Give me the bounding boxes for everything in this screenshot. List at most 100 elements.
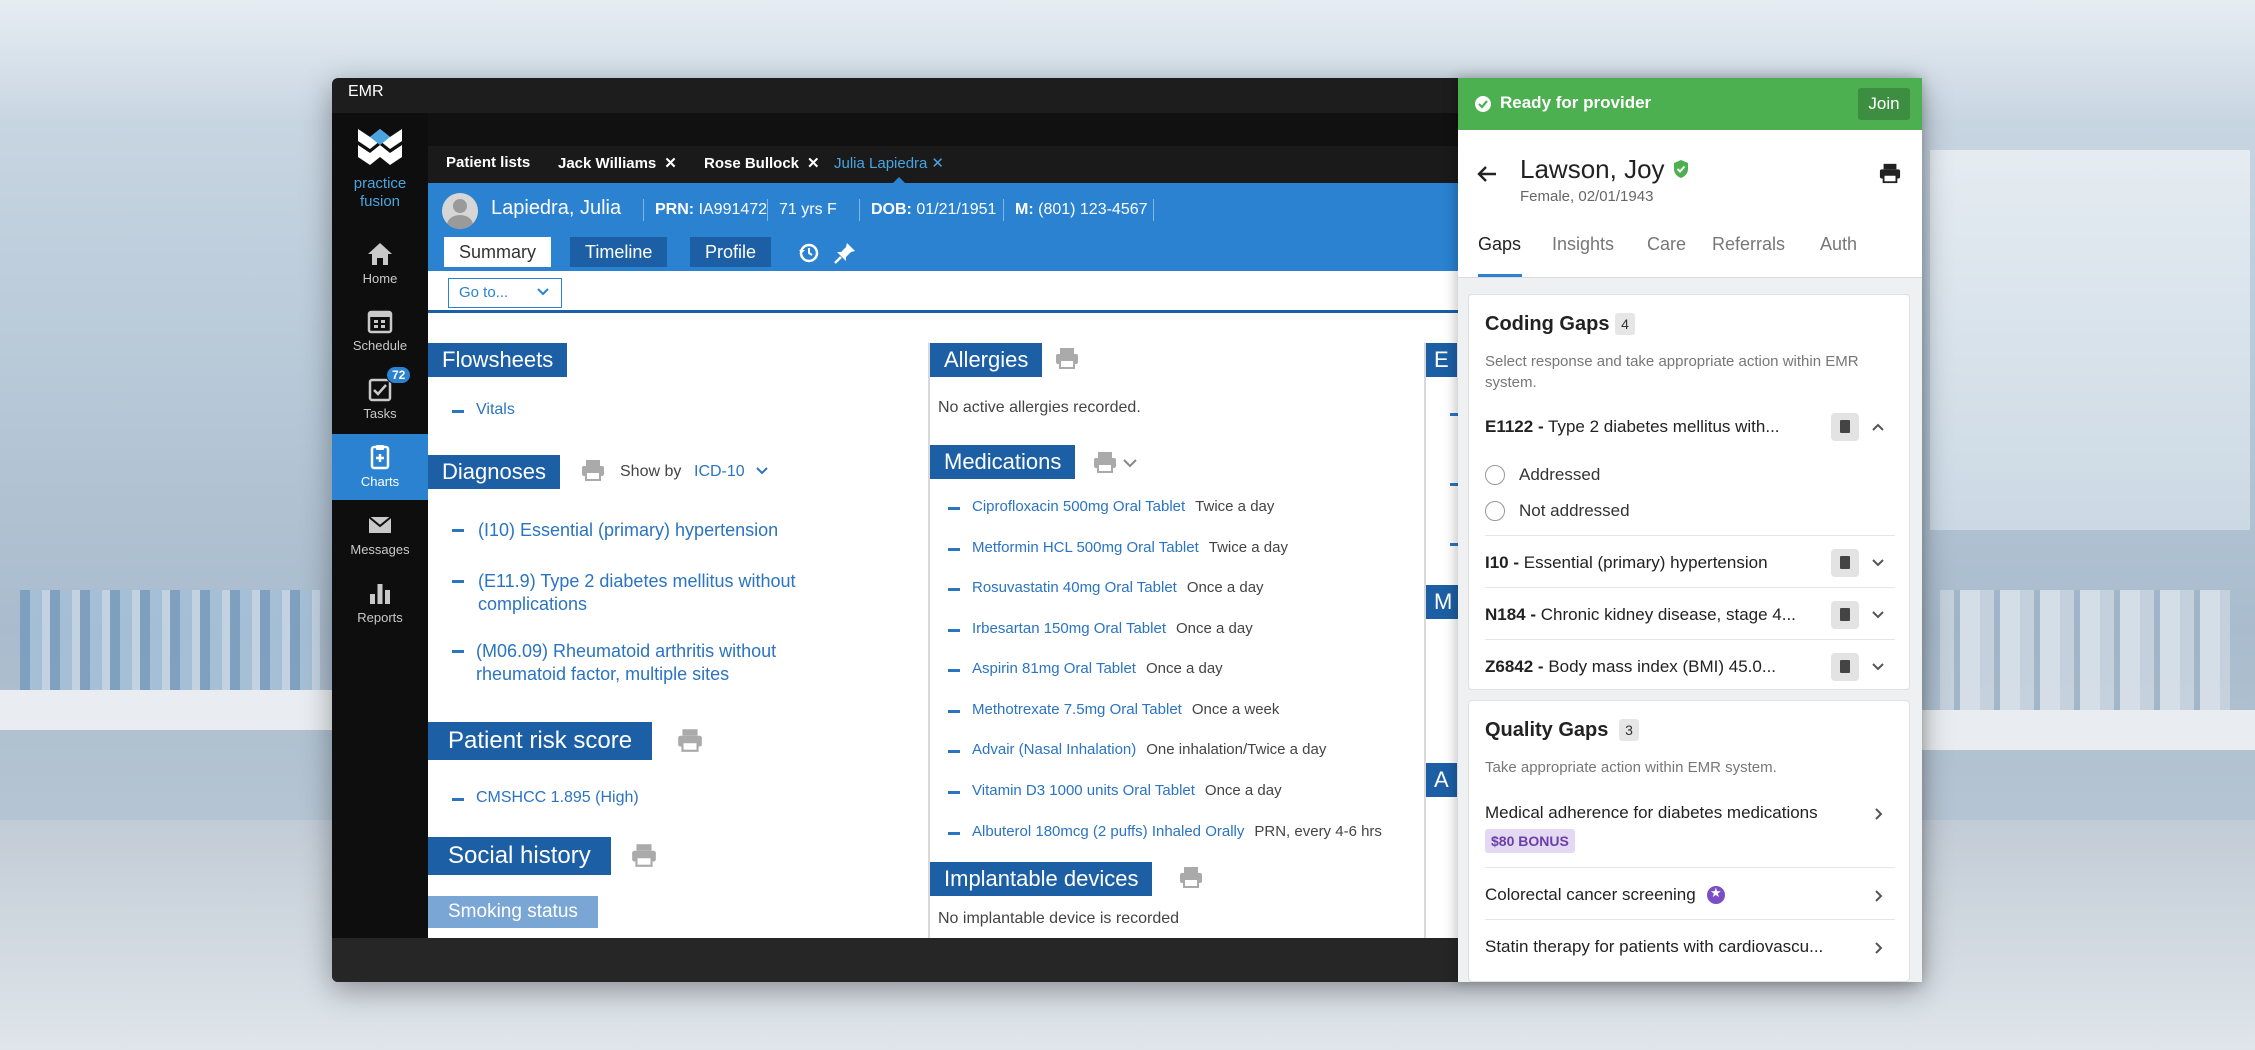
tab-rose-bullock[interactable]: Rose Bullock ✕ xyxy=(704,154,820,172)
medication-item[interactable]: Methotrexate 7.5mg Oral Tablet Once a wee… xyxy=(972,701,1279,718)
diagnosis-item[interactable]: (I10) Essential (primary) hypertension xyxy=(478,519,778,542)
close-icon[interactable]: ✕ xyxy=(931,155,944,172)
back-arrow-icon[interactable] xyxy=(1476,164,1498,184)
list-bullet xyxy=(948,669,960,672)
column-divider xyxy=(928,343,930,938)
dob-value: 01/21/1951 xyxy=(916,201,997,218)
medication-frequency: Twice a day xyxy=(1195,498,1275,515)
printer-icon[interactable] xyxy=(1178,865,1204,889)
medication-item[interactable]: Ciprofloxacin 500mg Oral Tablet Twice a d… xyxy=(972,498,1274,515)
printer-icon[interactable] xyxy=(676,727,704,753)
medication-item[interactable]: Advair (Nasal Inhalation) One inhalation/… xyxy=(972,741,1326,758)
window-title: EMR xyxy=(348,83,384,100)
panel-patient-sub: Female, 02/01/1943 xyxy=(1520,188,1654,205)
printer-icon[interactable] xyxy=(1878,162,1902,184)
printer-icon[interactable] xyxy=(1092,450,1118,474)
goto-label: Go to... xyxy=(459,284,509,301)
nav-charts[interactable]: Charts xyxy=(332,434,428,500)
join-button[interactable]: Join xyxy=(1858,88,1910,120)
tab-timeline[interactable]: Timeline xyxy=(570,237,668,267)
mobile-value: (801) 123-4567 xyxy=(1038,201,1148,218)
printer-icon[interactable] xyxy=(580,458,606,482)
goto-dropdown[interactable]: Go to... xyxy=(448,278,562,308)
quality-gaps-count: 3 xyxy=(1619,719,1639,741)
coding-gap-row[interactable]: N184 - Chronic kidney disease, stage 4..… xyxy=(1485,605,1796,625)
nav-schedule[interactable]: Schedule xyxy=(332,298,428,364)
medication-item[interactable]: Albuterol 180mcg (2 puffs) Inhaled Orall… xyxy=(972,823,1382,840)
nav-messages[interactable]: Messages xyxy=(332,502,428,568)
row-divider xyxy=(1485,639,1895,640)
document-button[interactable] xyxy=(1831,653,1859,681)
medication-name: Metformin HCL 500mg Oral Tablet xyxy=(972,539,1199,556)
radio-addressed[interactable] xyxy=(1485,465,1505,485)
close-icon[interactable]: ✕ xyxy=(807,155,820,172)
row-divider xyxy=(1485,919,1895,920)
printer-icon[interactable] xyxy=(1054,346,1080,370)
chevron-right-icon[interactable] xyxy=(1871,807,1885,821)
column3-header-2: M xyxy=(1426,585,1461,619)
chevron-down-icon[interactable] xyxy=(1122,457,1138,469)
nav-reports[interactable]: Reports xyxy=(332,570,428,636)
mobile-label: M: xyxy=(1015,201,1034,218)
background-shelf-left xyxy=(20,590,320,690)
nav-home[interactable]: Home xyxy=(332,231,428,297)
tab-jack-williams[interactable]: Jack Williams ✕ xyxy=(558,154,677,172)
show-by-dropdown[interactable]: ICD-10 xyxy=(694,463,769,481)
medication-name: Methotrexate 7.5mg Oral Tablet xyxy=(972,701,1182,718)
chevron-down-icon[interactable] xyxy=(1871,661,1885,673)
medication-item[interactable]: Metformin HCL 500mg Oral Tablet Twice a d… xyxy=(972,539,1288,556)
coding-gaps-card: Coding Gaps 4 Select response and take a… xyxy=(1468,294,1910,690)
list-bullet xyxy=(452,798,464,801)
quality-gap-row[interactable]: Colorectal cancer screening xyxy=(1485,885,1696,905)
risk-score-item[interactable]: CMSHCC 1.895 (High) xyxy=(476,789,639,807)
medication-item[interactable]: Aspirin 81mg Oral Tablet Once a day xyxy=(972,660,1223,677)
medication-item[interactable]: Irbesartan 150mg Oral Tablet Once a day xyxy=(972,620,1253,637)
logo-mark-icon xyxy=(358,129,402,165)
tab-gaps[interactable]: Gaps xyxy=(1478,234,1521,255)
printer-icon[interactable] xyxy=(630,842,658,868)
tab-insights[interactable]: Insights xyxy=(1552,234,1614,255)
pin-icon[interactable] xyxy=(833,241,857,265)
chevron-down-icon[interactable] xyxy=(1871,557,1885,569)
diagnosis-item[interactable]: (E11.9) Type 2 diabetes mellitus without… xyxy=(478,570,796,616)
quality-gap-row[interactable]: Medical adherence for diabetes medicatio… xyxy=(1485,803,1818,823)
practice-fusion-logo[interactable]: practice fusion xyxy=(340,125,420,210)
history-icon[interactable] xyxy=(797,241,821,265)
diagnosis-text: (E11.9) Type 2 diabetes mellitus without xyxy=(478,571,796,591)
tab-patient-lists[interactable]: Patient lists xyxy=(446,154,530,171)
document-button[interactable] xyxy=(1831,601,1859,629)
close-icon[interactable]: ✕ xyxy=(664,155,677,172)
nav-tasks[interactable]: Tasks 72 xyxy=(332,366,428,432)
clipboard-icon xyxy=(370,445,390,470)
coding-gap-row[interactable]: I10 - Essential (primary) hypertension xyxy=(1485,553,1768,573)
chevron-right-icon[interactable] xyxy=(1871,941,1885,955)
flowsheet-vitals-link[interactable]: Vitals xyxy=(476,401,515,419)
nav-messages-label: Messages xyxy=(350,542,410,557)
medication-item[interactable]: Rosuvastatin 40mg Oral Tablet Once a day xyxy=(972,579,1264,596)
coding-gap-row[interactable]: E1122 - Type 2 diabetes mellitus with... xyxy=(1485,417,1780,437)
radio-not-addressed[interactable] xyxy=(1485,501,1505,521)
gap-text: Type 2 diabetes mellitus with... xyxy=(1548,417,1780,436)
tab-summary[interactable]: Summary xyxy=(444,237,552,267)
medication-item[interactable]: Vitamin D3 1000 units Oral Tablet Once a … xyxy=(972,782,1282,799)
tab-auth[interactable]: Auth xyxy=(1820,234,1857,255)
tab-julia-lapiedra[interactable]: Julia Lapiedra ✕ xyxy=(834,154,944,172)
tasks-count-badge: 72 xyxy=(386,366,412,384)
gap-code: I10 - xyxy=(1485,553,1520,572)
diagnosis-item[interactable]: (M06.09) Rheumatoid arthritis without rhe… xyxy=(476,640,776,686)
calendar-icon xyxy=(367,310,393,334)
quality-gap-row[interactable]: Statin therapy for patients with cardiov… xyxy=(1485,937,1823,957)
document-button[interactable] xyxy=(1831,549,1859,577)
document-button[interactable] xyxy=(1831,413,1859,441)
chevron-down-icon[interactable] xyxy=(1871,609,1885,621)
patient-dob: DOB: 01/21/1951 xyxy=(871,201,996,219)
tab-referrals[interactable]: Referrals xyxy=(1712,234,1785,255)
divider xyxy=(767,199,768,221)
chevron-right-icon[interactable] xyxy=(1871,889,1885,903)
diagnosis-text: (I10) Essential (primary) hypertension xyxy=(478,520,779,540)
implantable-empty: No implantable device is recorded xyxy=(938,910,1180,927)
tab-profile[interactable]: Profile xyxy=(690,237,772,267)
tab-care[interactable]: Care xyxy=(1647,234,1686,255)
chevron-up-icon[interactable] xyxy=(1871,421,1885,433)
coding-gap-row[interactable]: Z6842 - Body mass index (BMI) 45.0... xyxy=(1485,657,1776,677)
